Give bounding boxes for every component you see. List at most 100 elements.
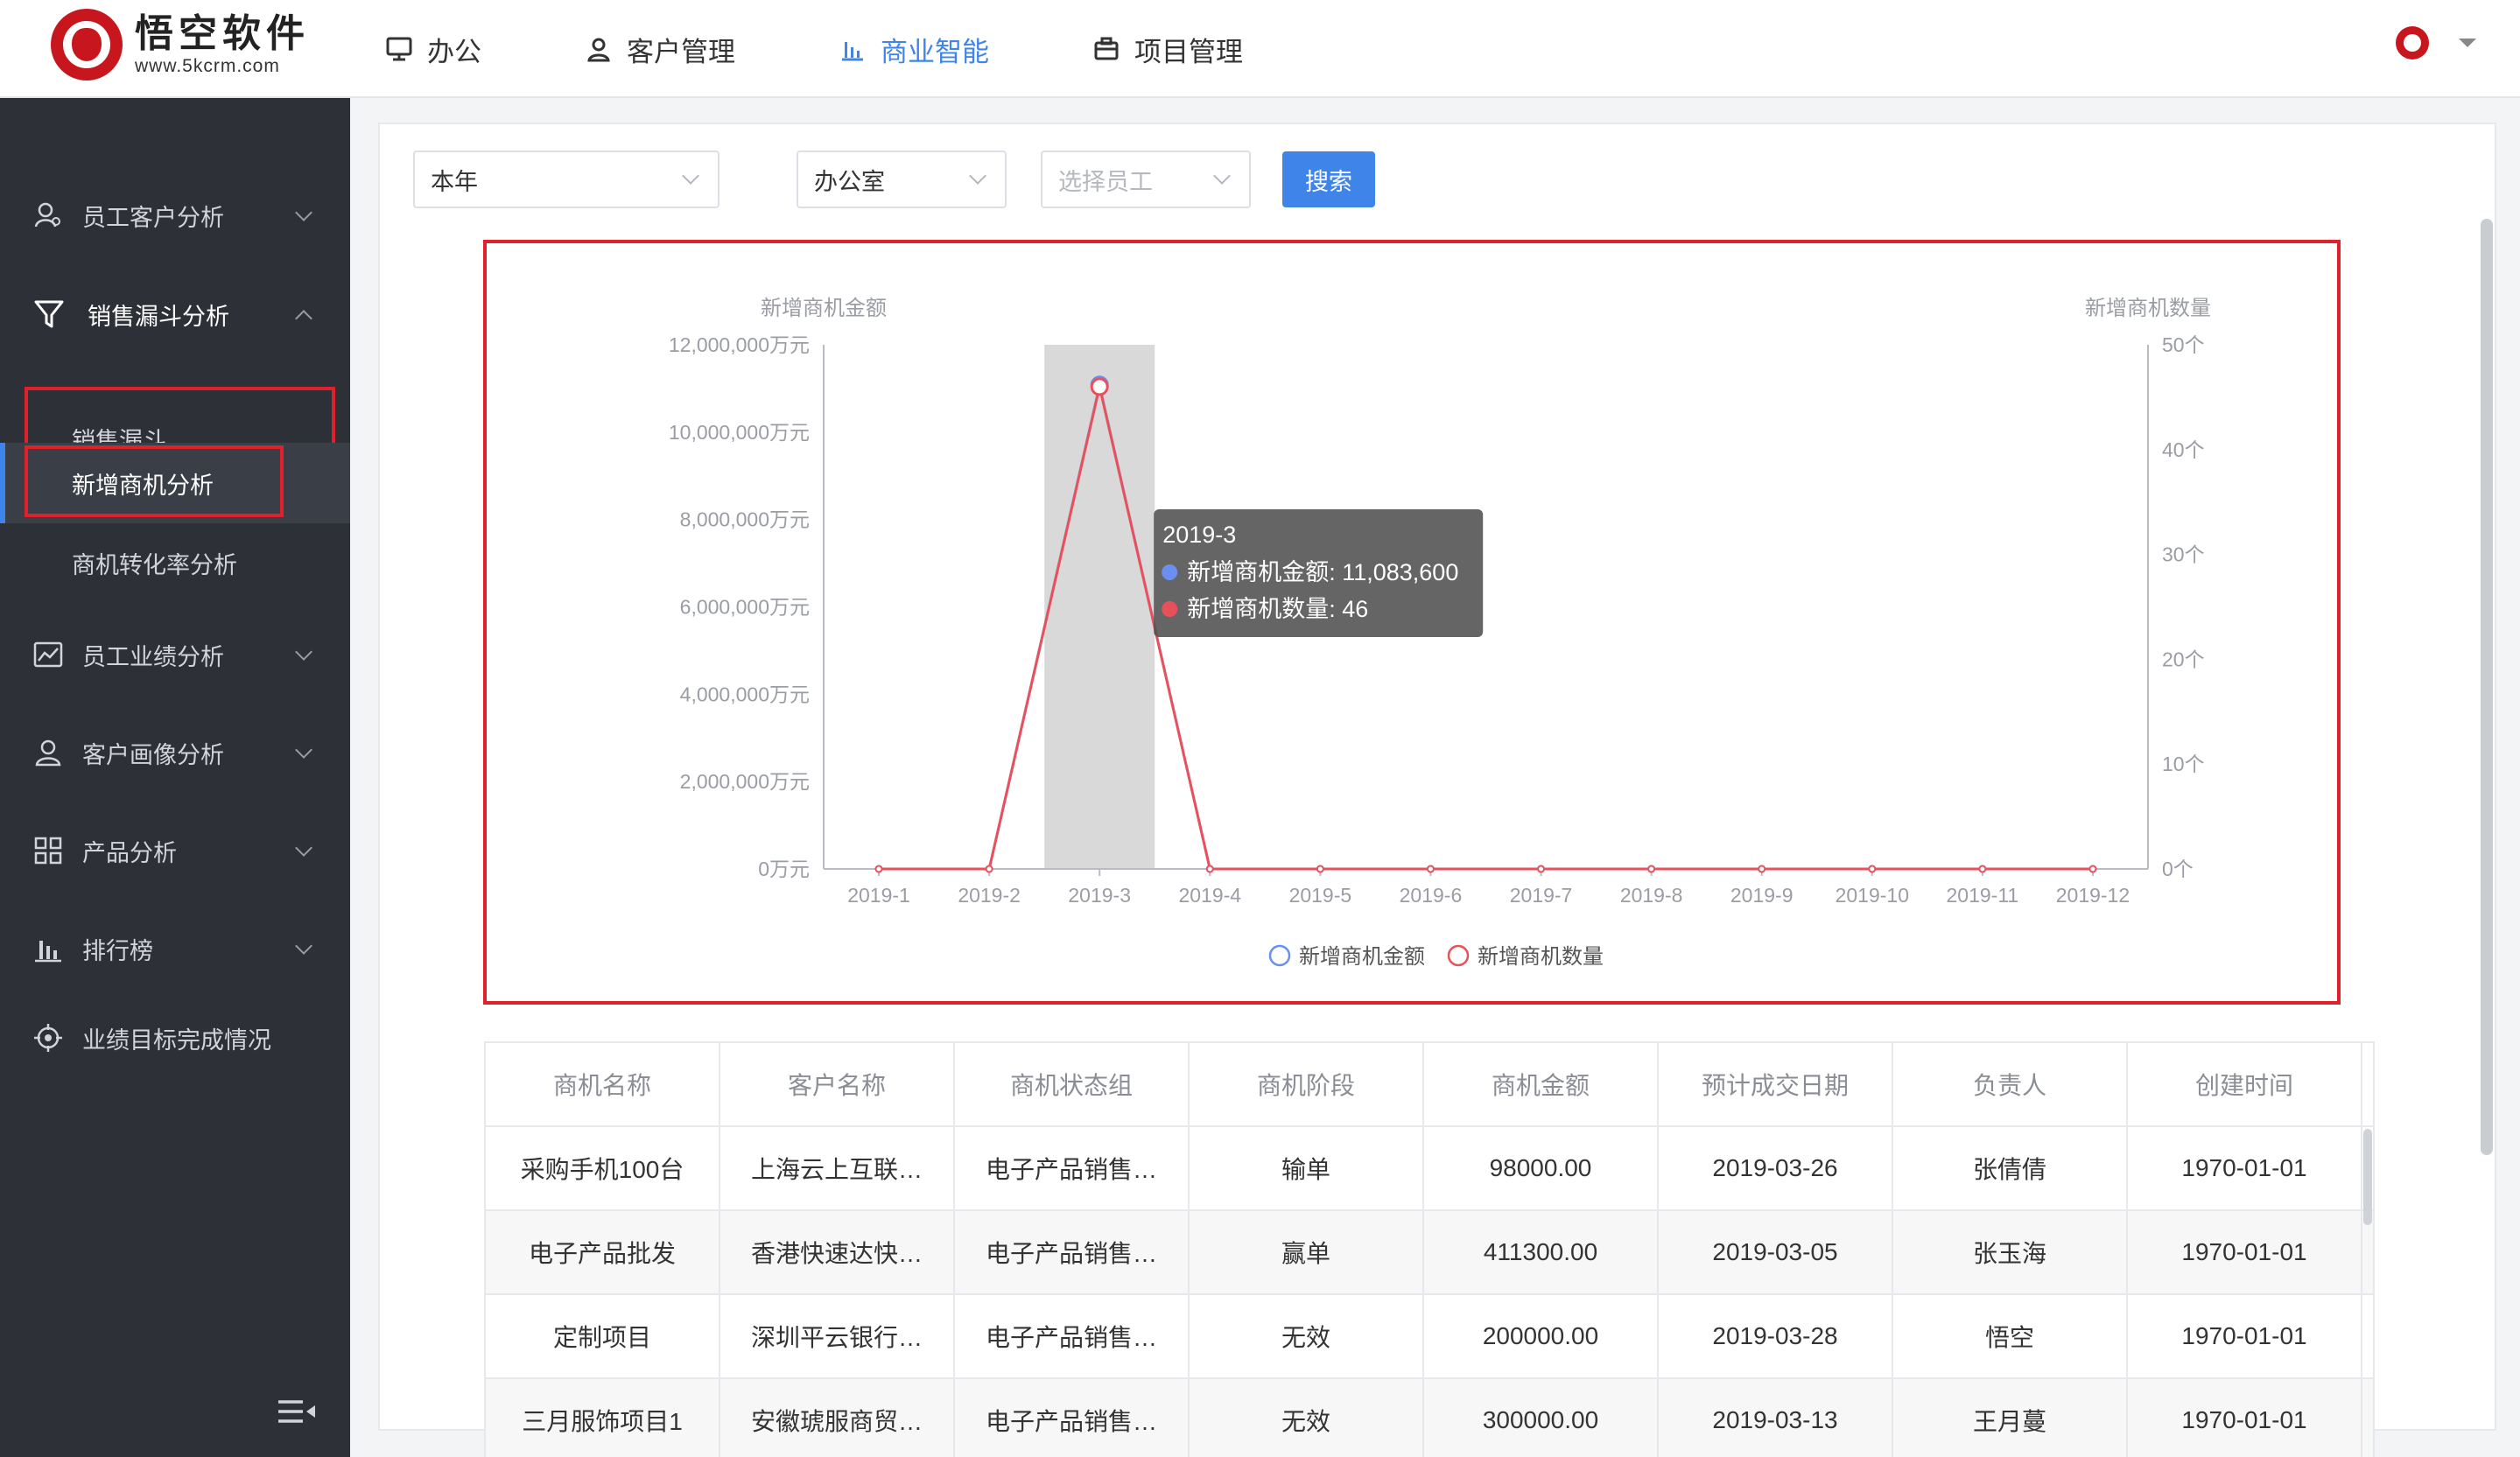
data-point — [1978, 865, 1987, 873]
menu-collapse-icon[interactable] — [277, 1398, 317, 1426]
tooltip-title: 2019-3 — [1162, 522, 1236, 548]
x-tick-label: 2019-7 — [1510, 884, 1573, 907]
sidebar-item-label: 员工业绩分析 — [82, 643, 224, 670]
table-cell: 电子产品销售… — [955, 1127, 1190, 1209]
table-scrollbar[interactable] — [2363, 1129, 2372, 1225]
highlight-band — [1044, 345, 1155, 869]
table-cell: 深圳平云银行… — [720, 1295, 955, 1377]
x-tick-label: 2019-1 — [847, 884, 910, 907]
x-tick-label: 2019-10 — [1836, 884, 1909, 907]
y-right-title: 新增商机数量 — [2085, 297, 2211, 320]
brand-logo[interactable]: 悟空软件 www.5kcrm.com — [51, 9, 310, 81]
data-point — [1426, 865, 1435, 873]
tooltip-marker — [1162, 601, 1178, 617]
data-point — [1758, 865, 1766, 873]
table-header-cell[interactable]: 负责人 — [1893, 1043, 2128, 1125]
brand-title: 悟空软件 — [135, 12, 310, 55]
data-point — [1868, 865, 1877, 873]
table-cell: 采购手机100台 — [486, 1127, 720, 1209]
data-point — [1647, 865, 1656, 873]
table-cell: 200000.00 — [1424, 1295, 1659, 1377]
sidebar-item-label: 排行榜 — [82, 937, 153, 964]
table-cell: 输单 — [1190, 1127, 1424, 1209]
table-cell: 1970-01-01 — [2128, 1211, 2362, 1293]
nav-bi[interactable]: 商业智能 — [839, 0, 989, 98]
brand-subtitle: www.5kcrm.com — [135, 56, 280, 76]
chevron-down-icon — [295, 643, 312, 661]
portrait-icon — [35, 739, 61, 767]
sidebar-subitem-conversion[interactable]: 商机转化率分析 — [0, 523, 350, 602]
chevron-down-icon — [295, 937, 312, 955]
table-header-cell[interactable]: 商机金额 — [1424, 1043, 1659, 1125]
y-left-title: 新增商机金额 — [761, 297, 887, 320]
table-cell: 2019-03-13 — [1659, 1379, 1893, 1457]
x-tick-label: 2019-6 — [1400, 884, 1463, 907]
table-row[interactable]: 电子产品批发 香港快速达快… 电子产品销售… 赢单 411300.00 2019-03-0… — [486, 1211, 2373, 1295]
chevron-down-icon — [682, 167, 699, 185]
funnel-icon — [34, 300, 64, 328]
table-header-cell[interactable]: 创建时间 — [2128, 1043, 2362, 1125]
table-header-cell[interactable]: 商机阶段 — [1190, 1043, 1424, 1125]
user-menu[interactable] — [2396, 26, 2476, 60]
table-header-cell[interactable]: 商机状态组 — [955, 1043, 1190, 1125]
y-left-tick-label: 0万元 — [758, 858, 810, 880]
table-header-cell[interactable]: 商机名称 — [486, 1043, 720, 1125]
y-left-tick-label: 12,000,000万元 — [669, 333, 810, 356]
sidebar-item-label: 员工客户分析 — [82, 204, 224, 231]
table-cell: 300000.00 — [1424, 1379, 1659, 1457]
data-point — [1537, 865, 1546, 873]
nav-customer[interactable]: 客户管理 — [585, 0, 735, 98]
table-cell: 张玉海 — [1893, 1211, 2128, 1293]
table-row[interactable]: 定制项目 深圳平云银行… 电子产品销售… 无效 200000.00 2019-03-28 悟… — [486, 1295, 2373, 1379]
table-cell: 悟空 — [1893, 1295, 2128, 1377]
legend-marker — [1447, 944, 1470, 967]
x-tick-label: 2019-3 — [1068, 884, 1131, 907]
table-cell: 电子产品销售… — [955, 1211, 1190, 1293]
period-select-value: 本年 — [431, 168, 478, 195]
highlight-box — [25, 445, 284, 517]
chevron-down-icon[interactable] — [2459, 39, 2476, 47]
avatar[interactable] — [2396, 26, 2429, 60]
chart-highlight-box: 新增商机金额 新增商机数量 0万元 2,000,000万元 4,000,000万元 6,0… — [483, 240, 2341, 1005]
table-header-cell[interactable]: 客户名称 — [720, 1043, 955, 1125]
sidebar-item-label: 业绩目标完成情况 — [82, 1026, 271, 1054]
sidebar-item-label: 客户画像分析 — [82, 741, 224, 768]
nav-project[interactable]: 项目管理 — [1092, 0, 1243, 98]
table-row[interactable]: 采购手机100台 上海云上互联… 电子产品销售… 输单 98000.00 2019-03-… — [486, 1127, 2373, 1211]
monkey-logo-icon — [51, 9, 123, 81]
table-row[interactable]: 三月服饰项目1 安徽琥服商贸… 电子产品销售… 无效 300000.00 2019-03-… — [486, 1379, 2373, 1457]
sidebar-item-label: 产品分析 — [82, 839, 177, 866]
grid-icon — [34, 837, 62, 865]
legend-label: 新增商机金额 — [1299, 945, 1425, 969]
data-point — [874, 865, 883, 873]
briefcase-icon — [1094, 37, 1119, 60]
legend-label: 新增商机数量 — [1478, 945, 1604, 969]
table-header-cell[interactable]: 预计成交日期 — [1659, 1043, 1893, 1125]
table-header: 商机名称 客户名称 商机状态组 商机阶段 商机金额 预计成交日期 负责人 创建时间 — [486, 1043, 2373, 1127]
search-button[interactable]: 搜索 — [1282, 151, 1375, 207]
target-icon — [34, 1024, 62, 1052]
data-point — [1316, 865, 1324, 873]
y-left-tick-label: 4,000,000万元 — [680, 683, 810, 705]
sidebar: 员工客户分析 销售漏斗分析 销售漏斗 新增商机分析 商机转化率分析 员工业绩分析… — [0, 98, 350, 1457]
page-scrollbar[interactable] — [2481, 219, 2493, 1155]
nav-label: 商业智能 — [881, 36, 989, 67]
user-analysis-icon — [34, 202, 60, 228]
bar-chart-icon — [842, 42, 863, 61]
department-select[interactable]: 办公室 — [797, 151, 1007, 208]
ranking-icon — [35, 941, 61, 963]
employee-select[interactable]: 选择员工 — [1041, 151, 1251, 208]
opportunity-line-chart[interactable]: 新增商机金额 新增商机数量0万元2,000,000万元4,000,000万元6,0… — [487, 243, 2337, 1001]
department-select-value: 办公室 — [814, 168, 885, 195]
table-cell: 1970-01-01 — [2128, 1127, 2362, 1209]
table-cell: 王月蔓 — [1893, 1379, 2128, 1457]
table-cell: 2019-03-28 — [1659, 1295, 1893, 1377]
x-tick-label: 2019-4 — [1178, 884, 1241, 907]
table-cell: 三月服饰项目1 — [486, 1379, 720, 1457]
period-select[interactable]: 本年 — [413, 151, 719, 208]
table-cell: 2019-03-05 — [1659, 1211, 1893, 1293]
y-left-tick-label: 6,000,000万元 — [680, 596, 810, 619]
y-right-tick-label: 10个 — [2162, 753, 2205, 775]
y-right-tick-label: 30个 — [2162, 543, 2205, 566]
nav-office[interactable]: 办公 — [385, 0, 481, 98]
